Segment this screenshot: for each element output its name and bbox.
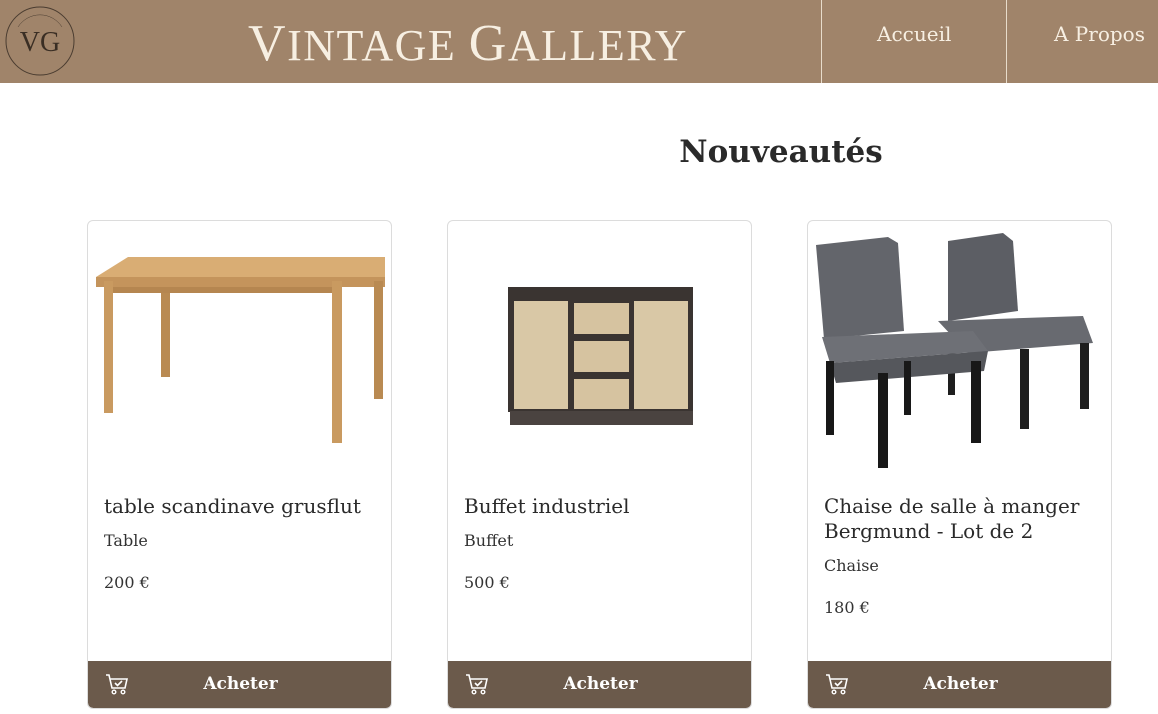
product-name[interactable]: Chaise de salle à manger Bergmund - Lot …	[824, 494, 1094, 544]
product-category: Buffet	[464, 531, 514, 550]
buy-button-label: Acheter	[203, 674, 278, 694]
product-card: Buffet industriel Buffet 500 € Acheter	[447, 220, 752, 709]
buy-button-label: Acheter	[923, 674, 998, 694]
site-header: VG VINTAGE GALLERY Accueil A Propos	[0, 0, 1158, 83]
product-name[interactable]: table scandinave grusflut	[104, 494, 374, 519]
section-title: Nouveautés	[679, 134, 883, 170]
buy-button[interactable]: Acheter	[88, 661, 391, 708]
nav-link-a-propos[interactable]: A Propos	[1054, 22, 1145, 46]
product-category: Table	[104, 531, 148, 550]
product-price: 500 €	[464, 573, 510, 592]
nav-divider	[1006, 0, 1007, 83]
buy-button[interactable]: Acheter	[448, 661, 751, 708]
product-category: Chaise	[824, 556, 879, 575]
logo[interactable]: VG	[4, 5, 76, 77]
svg-text:VG: VG	[20, 27, 60, 58]
buy-button-label: Acheter	[563, 674, 638, 694]
product-name[interactable]: Buffet industriel	[464, 494, 734, 519]
product-card: Chaise de salle à manger Bergmund - Lot …	[807, 220, 1112, 709]
nav-link-accueil[interactable]: Accueil	[877, 22, 951, 46]
product-image-table[interactable]	[88, 221, 392, 481]
product-price: 180 €	[824, 598, 870, 617]
product-image-chairs[interactable]	[808, 221, 1112, 481]
buy-button[interactable]: Acheter	[808, 661, 1111, 708]
brand-title[interactable]: VINTAGE GALLERY	[248, 14, 688, 73]
product-price: 200 €	[104, 573, 150, 592]
product-image-buffet[interactable]	[448, 221, 752, 481]
nav-divider	[821, 0, 822, 83]
product-card: table scandinave grusflut Table 200 € Ac…	[87, 220, 392, 709]
